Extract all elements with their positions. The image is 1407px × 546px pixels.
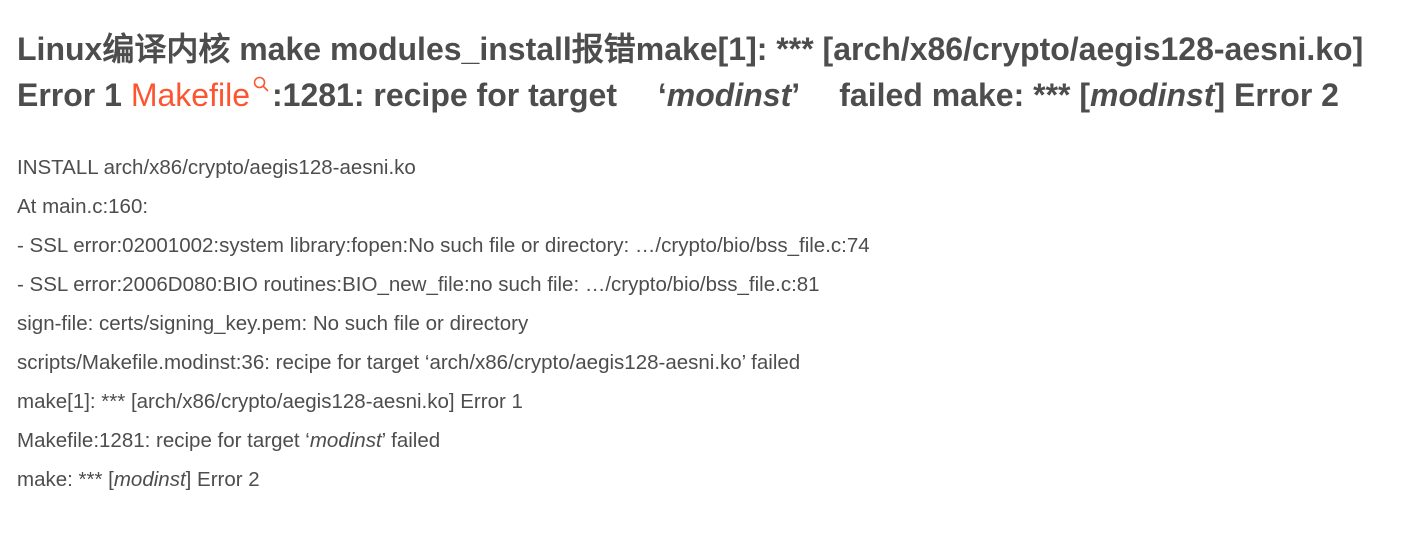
keyword-link-makefile[interactable]: Makefile [131,75,272,113]
log-text: ’ failed [381,429,441,452]
title-text-2: :1281: recipe for target ‘ [271,77,667,113]
log-line: make[1]: *** [arch/x86/crypto/aegis128-a… [17,390,523,413]
log-line: scripts/Makefile.modinst:36: recipe for … [17,351,801,374]
log-line: Makefile:1281: recipe for target ‘modins… [17,421,1387,460]
log-line: At main.c:160: [17,195,149,218]
log-text: Makefile:1281: recipe for target ‘ [17,429,310,452]
title-text-3: ’ failed make: *** [ [791,77,1091,113]
article: Linux编译内核 make modules_install报错make[1]:… [17,26,1387,499]
keyword-label[interactable]: Makefile [131,77,250,113]
search-icon[interactable] [252,75,270,93]
article-title: Linux编译内核 make modules_install报错make[1]:… [17,26,1387,118]
log-italic-modinst: modinst [113,468,186,491]
title-italic-modinst-1: modinst [666,77,792,113]
log-line: make: *** [modinst] Error 2 [17,460,1387,499]
error-log: INSTALL arch/x86/crypto/aegis128-aesni.k… [17,148,1387,499]
log-line: INSTALL arch/x86/crypto/aegis128-aesni.k… [17,156,416,179]
log-italic-modinst: modinst [309,429,382,452]
title-italic-modinst-2: modinst [1090,77,1215,113]
log-text: ] Error 2 [185,468,260,491]
log-line: - SSL error:2006D080:BIO routines:BIO_ne… [17,273,820,296]
log-text: make: *** [ [17,468,114,491]
log-line: sign-file: certs/signing_key.pem: No suc… [17,312,529,335]
title-text-4: ] Error 2 [1214,77,1339,113]
log-line: - SSL error:02001002:system library:fope… [17,234,870,257]
